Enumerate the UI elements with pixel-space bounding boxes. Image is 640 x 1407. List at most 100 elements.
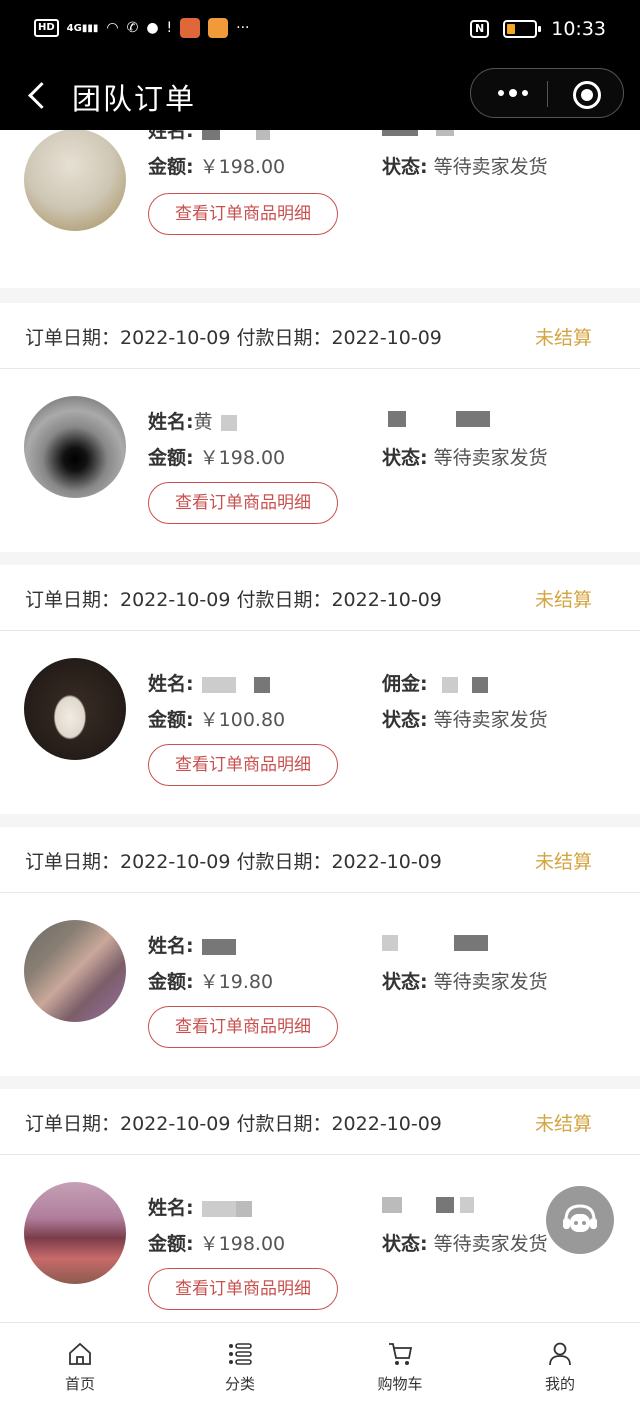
name-label: 姓名:: [148, 130, 194, 142]
commission-field: [382, 1193, 474, 1215]
user-icon: [549, 1342, 571, 1366]
blurred-text: [471, 676, 488, 693]
order-dates: 订单日期：2022-10-09 付款日期：2022-10-09: [25, 585, 442, 612]
settlement-status: 未结算: [534, 1113, 592, 1135]
settlement-status: 未结算: [534, 851, 592, 873]
blurred-text: [201, 1200, 236, 1217]
page-title: 团队订单: [72, 82, 197, 116]
order-body: 姓名: 金额: ￥198.00 状态: 等待卖家发货 查看订单商品明细: [0, 1155, 640, 1322]
amount-field: 金额: ￥198.00: [148, 1229, 285, 1256]
amount-value: ￥198.00: [199, 1233, 286, 1255]
status-field: 状态: 等待卖家发货: [382, 152, 548, 179]
status-value: 等待卖家发货: [433, 709, 548, 731]
amount-field: 金额: ￥19.80: [148, 967, 273, 994]
order-dates: 订单日期：2022-10-09 付款日期：2022-10-09: [25, 323, 442, 350]
name-field: 姓名:: [148, 1193, 252, 1220]
app-icon: [208, 18, 229, 38]
more-dots-icon[interactable]: [493, 81, 533, 105]
status-time: 10:33: [551, 18, 606, 40]
pay-date: 付款日期：2022-10-09: [236, 327, 442, 349]
order-date: 订单日期：2022-10-09: [25, 1113, 231, 1135]
name-field: 姓名:: [148, 669, 270, 696]
pay-date: 付款日期：2022-10-09: [236, 851, 442, 873]
order-card: 订单日期：2022-10-09 付款日期：2022-10-09 未结算 姓名: …: [0, 827, 640, 1076]
blurred-text: [255, 130, 270, 140]
app-icon: [180, 18, 201, 38]
order-header: 订单日期：2022-10-09 付款日期：2022-10-09 未结算: [0, 565, 640, 631]
status-field: 状态: 等待卖家发货: [382, 705, 548, 732]
amount-label: 金额:: [148, 709, 194, 731]
order-date: 订单日期：2022-10-09: [25, 589, 231, 611]
home-icon: [69, 1342, 91, 1365]
amount-label: 金额:: [148, 447, 194, 469]
order-date: 订单日期：2022-10-09: [25, 327, 231, 349]
customer-service-button[interactable]: [546, 1186, 614, 1254]
tab-mine[interactable]: 我的: [480, 1323, 640, 1407]
tab-category[interactable]: 分类: [160, 1323, 320, 1407]
network-4g-icon: 4G▮▮▮: [66, 22, 99, 34]
name-field: 姓名:黄: [148, 407, 237, 434]
amount-value: ￥198.00: [199, 156, 286, 178]
blurred-text: [454, 934, 488, 951]
avatar: [24, 658, 126, 760]
tab-label: 分类: [224, 1375, 255, 1393]
warning-icon: !: [166, 20, 173, 36]
status-value: 等待卖家发货: [433, 971, 548, 993]
tab-label: 购物车: [377, 1375, 423, 1393]
status-label: 状态:: [382, 447, 428, 469]
status-value: 等待卖家发货: [433, 156, 548, 178]
order-card: 姓名: 金额: ￥198.00 状态: 等待卖家发货 查看订单商品明细: [0, 130, 640, 288]
name-label: 姓名:: [148, 1197, 194, 1219]
order-header: 订单日期：2022-10-09 付款日期：2022-10-09 未结算: [0, 827, 640, 893]
hd-icon: HD: [34, 19, 59, 37]
pay-date: 付款日期：2022-10-09: [236, 1113, 442, 1135]
name-label: 姓名:: [148, 935, 194, 957]
capsule-divider: [547, 81, 548, 107]
order-card: 订单日期：2022-10-09 付款日期：2022-10-09 未结算 姓名: …: [0, 1089, 640, 1322]
commission-field: [382, 407, 490, 429]
blurred-text: [436, 130, 454, 136]
order-list: 姓名: 金额: ￥198.00 状态: 等待卖家发货 查看订单商品明细 订单日期…: [0, 130, 640, 1322]
amount-label: 金额:: [148, 156, 194, 178]
blurred-text: [436, 1196, 454, 1213]
order-header: 订单日期：2022-10-09 付款日期：2022-10-09 未结算: [0, 1089, 640, 1155]
commission-field: [382, 931, 488, 953]
order-dates: 订单日期：2022-10-09 付款日期：2022-10-09: [25, 1109, 442, 1136]
blurred-text: [382, 934, 398, 951]
commission-label: 佣金:: [382, 673, 428, 695]
customer-service-icon: [563, 1204, 597, 1232]
order-dates: 订单日期：2022-10-09 付款日期：2022-10-09: [25, 847, 442, 874]
order-body: 姓名:黄 金额: ￥198.00 状态: 等待卖家发货 查看订单商品明细: [0, 369, 640, 552]
close-target-icon[interactable]: [573, 81, 601, 109]
blurred-text: [456, 410, 490, 427]
view-order-detail-button[interactable]: 查看订单商品明细: [148, 1268, 338, 1310]
amount-field: 金额: ￥198.00: [148, 152, 285, 179]
blurred-text: [253, 676, 270, 693]
back-arrow-icon[interactable]: [24, 78, 54, 114]
tab-home[interactable]: 首页: [0, 1323, 160, 1407]
order-body: 姓名: 金额: ￥19.80 状态: 等待卖家发货 查看订单商品明细: [0, 893, 640, 1076]
view-order-detail-button[interactable]: 查看订单商品明细: [148, 1006, 338, 1048]
view-order-detail-button[interactable]: 查看订单商品明细: [148, 193, 338, 235]
status-value: 等待卖家发货: [433, 447, 548, 469]
status-bar: HD 4G▮▮▮ ◠ ✆ ● ! ··· N 10:33: [0, 0, 640, 64]
name-label: 姓名:: [148, 411, 194, 433]
avatar: [24, 130, 126, 231]
blurred-text: [388, 410, 406, 427]
amount-value: ￥100.80: [199, 709, 286, 731]
status-label: 状态:: [382, 709, 428, 731]
view-order-detail-button[interactable]: 查看订单商品明细: [148, 482, 338, 524]
missed-call-icon: ✆: [126, 20, 139, 36]
amount-value: ￥198.00: [199, 447, 286, 469]
name-value: 黄: [193, 411, 213, 433]
amount-value: ￥19.80: [199, 971, 274, 993]
avatar: [24, 1182, 126, 1284]
amount-field: 金额: ￥198.00: [148, 443, 285, 470]
status-left-icons: HD 4G▮▮▮ ◠ ✆ ● ! ···: [34, 18, 250, 38]
wifi-icon: ◠: [106, 20, 119, 36]
blurred-text: [235, 1200, 252, 1217]
status-label: 状态:: [382, 1233, 428, 1255]
view-order-detail-button[interactable]: 查看订单商品明细: [148, 744, 338, 786]
tab-cart[interactable]: 购物车: [320, 1323, 480, 1407]
order-body: 姓名: 佣金: 金额: ￥100.80 状态: 等待卖家发货 查看订单商品明细: [0, 631, 640, 814]
